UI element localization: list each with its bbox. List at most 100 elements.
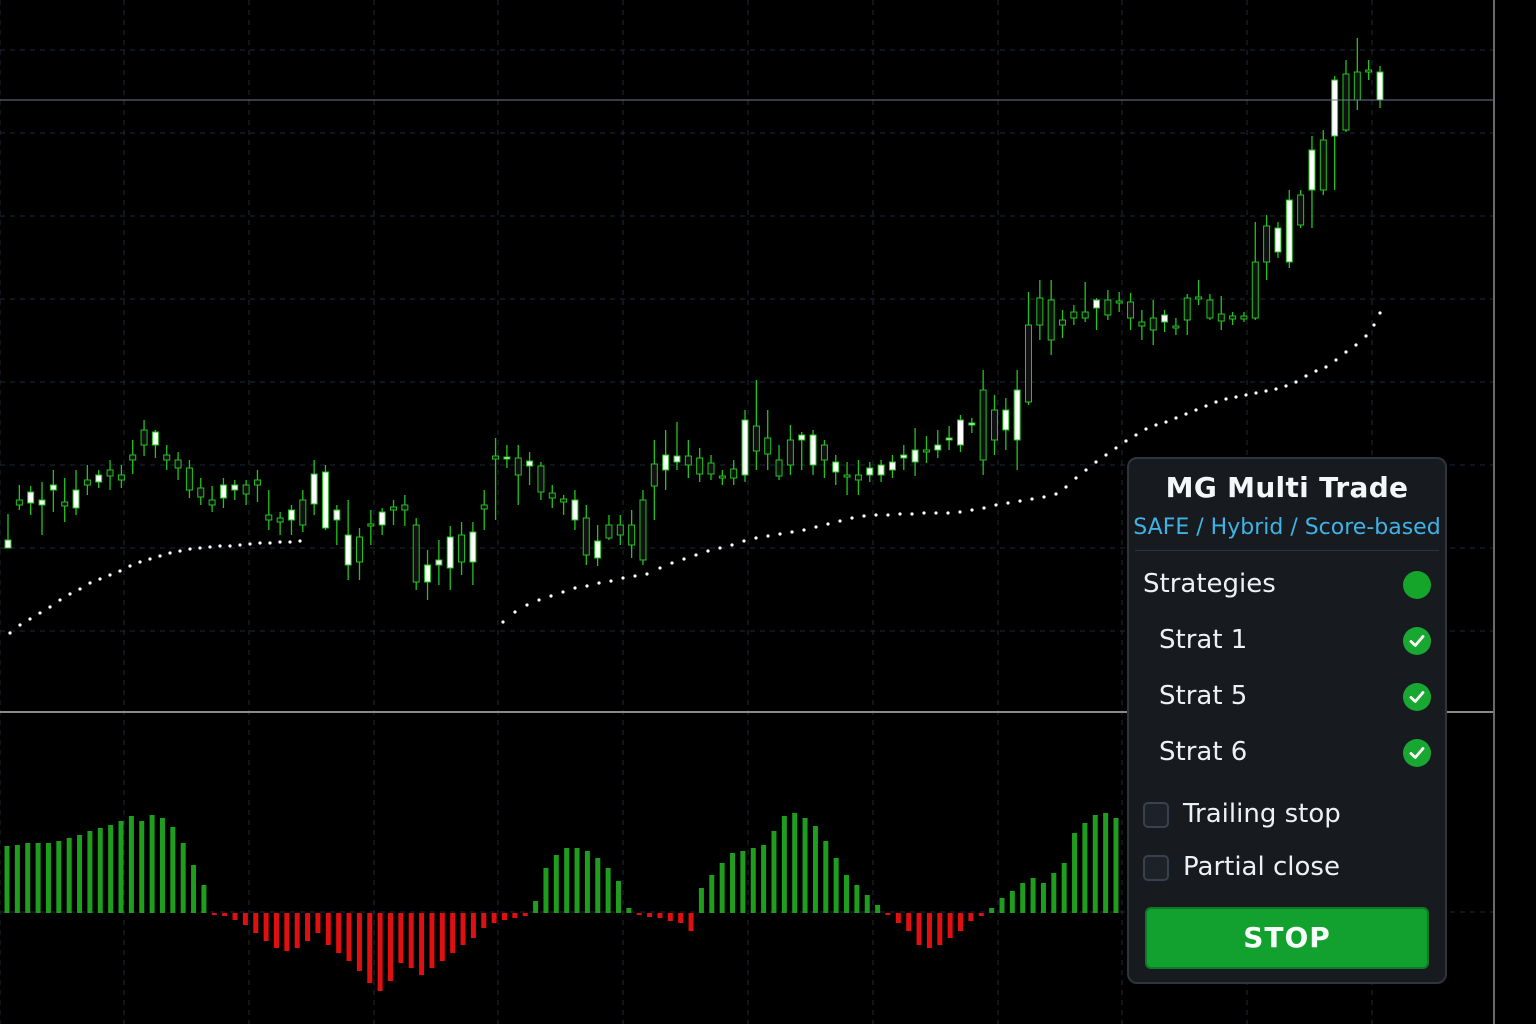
candle-body-bullish: [27, 491, 35, 504]
psar-dot: [946, 511, 950, 515]
histogram-bar-negative: [294, 913, 300, 948]
psar-dot: [778, 532, 782, 536]
histogram-bar-negative: [947, 913, 953, 938]
psar-dot: [1354, 343, 1358, 347]
histogram-bar-positive: [159, 818, 165, 913]
histogram-bar-negative: [356, 913, 362, 971]
psar-dot: [18, 623, 22, 627]
candle-body-bearish: [1070, 311, 1078, 319]
psar-dot: [573, 586, 577, 590]
psar-dot: [1184, 412, 1188, 416]
candle-body-bullish: [673, 455, 681, 463]
histogram-bar-negative: [253, 913, 259, 933]
candle-body-bullish: [1331, 79, 1339, 137]
strategy-label: Strat 6: [1159, 737, 1248, 767]
candle-body-bearish: [605, 524, 613, 539]
psar-dot: [682, 557, 686, 561]
candle-body-bullish: [662, 454, 670, 471]
strategies-header: Strategies: [1143, 567, 1431, 607]
histogram-bar-negative: [978, 913, 984, 916]
psar-dot: [561, 590, 565, 594]
check-circle-icon[interactable]: [1403, 683, 1431, 711]
histogram-bar-positive: [1020, 883, 1026, 913]
histogram-bar-negative: [657, 913, 663, 918]
psar-dot: [128, 564, 132, 568]
psar-dot: [633, 574, 637, 578]
candle-body-bearish: [764, 437, 772, 455]
histogram-bar-positive: [999, 898, 1005, 913]
psar-dot: [1114, 446, 1118, 450]
histogram-bar-negative: [377, 913, 383, 991]
strategy-row-1[interactable]: Strat 1: [1159, 623, 1431, 663]
candle-body-bearish: [1172, 325, 1180, 329]
histogram-bar-negative: [636, 913, 642, 915]
histogram-bar-positive: [4, 846, 10, 913]
psar-dot: [38, 611, 42, 615]
candle-body-bullish: [1161, 314, 1169, 323]
check-circle-icon[interactable]: [1403, 627, 1431, 655]
candle-body-bearish: [1342, 73, 1350, 131]
candle-body-bearish: [106, 469, 114, 477]
psar-dot: [1244, 393, 1248, 397]
histogram-bar-positive: [989, 908, 995, 913]
psar-dot: [158, 554, 162, 558]
psar-dot: [1042, 495, 1046, 499]
psar-dot: [982, 506, 986, 510]
strategy-row-6[interactable]: Strat 6: [1159, 735, 1431, 775]
histogram-bar-positive: [750, 848, 756, 913]
candle-body-bullish: [594, 540, 602, 559]
candle-body-bearish: [1229, 315, 1237, 320]
psar-dot: [118, 569, 122, 573]
psar-dot: [658, 566, 662, 570]
trailing-stop-checkbox[interactable]: [1143, 802, 1169, 828]
histogram-bar-negative: [408, 913, 414, 968]
candle-body-bearish: [390, 506, 398, 511]
psar-dot: [1194, 408, 1198, 412]
psar-dot: [1274, 387, 1278, 391]
psar-dot: [609, 579, 613, 583]
panel-subtitle: SAFE / Hybrid / Score-based: [1133, 515, 1441, 540]
partial-close-option[interactable]: Partial close: [1143, 850, 1431, 890]
psar-dot: [198, 546, 202, 550]
candle-body-bearish: [752, 425, 760, 452]
candle-body-bullish: [911, 449, 919, 463]
candle-body-bearish: [843, 474, 851, 478]
histogram-bar-positive: [730, 853, 736, 913]
histogram-bar-negative: [906, 913, 912, 931]
psar-dot: [1378, 311, 1382, 315]
candle-body-bullish: [571, 499, 579, 521]
histogram-bar-positive: [201, 885, 207, 913]
histogram-bar-positive: [584, 851, 590, 913]
histogram-bar-positive: [709, 875, 715, 913]
partial-close-checkbox[interactable]: [1143, 855, 1169, 881]
histogram-bar-negative: [387, 913, 393, 981]
candle-body-bearish: [979, 389, 987, 461]
histogram-bar-positive: [605, 868, 611, 913]
histogram-bar-positive: [823, 841, 829, 913]
candle-body-bearish: [1127, 301, 1135, 319]
trailing-stop-option[interactable]: Trailing stop: [1143, 797, 1431, 837]
candle-body-bearish: [1251, 261, 1259, 319]
psar-dot: [28, 617, 32, 621]
candle-body-bearish: [786, 439, 794, 466]
histogram-bar-positive: [864, 895, 870, 913]
psar-dot: [168, 551, 172, 555]
candle-body-bearish: [401, 504, 409, 511]
histogram-bar-positive: [533, 901, 539, 913]
candle-body-bearish: [15, 499, 23, 506]
psar-dot: [8, 631, 12, 635]
strategy-row-5[interactable]: Strat 5: [1159, 679, 1431, 719]
psar-dot: [501, 620, 505, 624]
histogram-bar-positive: [56, 841, 62, 913]
psar-dot: [1304, 374, 1308, 378]
histogram-bar-negative: [284, 913, 290, 951]
candle-body-bullish: [503, 456, 511, 460]
check-circle-icon[interactable]: [1403, 739, 1431, 767]
histogram-bar-positive: [771, 831, 777, 913]
psar-dot: [958, 510, 962, 514]
histogram-bar-positive: [1072, 833, 1078, 913]
stop-button[interactable]: STOP: [1145, 907, 1429, 969]
psar-dot: [670, 561, 674, 565]
histogram-bar-negative: [305, 913, 311, 941]
histogram-bar-positive: [626, 908, 632, 913]
